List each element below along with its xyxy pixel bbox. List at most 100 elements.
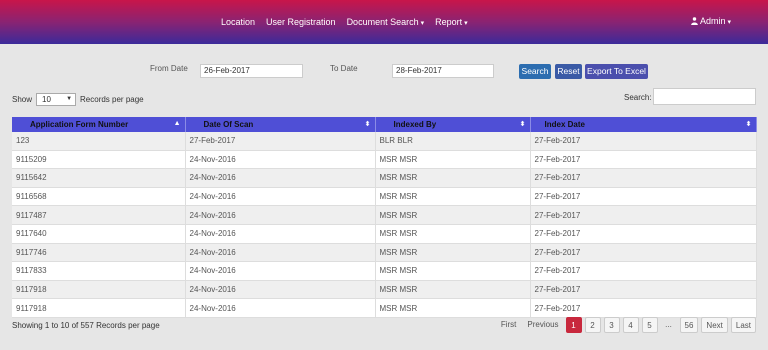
user-menu-label: Admin [699, 16, 726, 26]
cell-index-date: 27-Feb-2017 [530, 150, 757, 170]
sort-icon: ⬍ [519, 121, 526, 128]
records-info: Showing 1 to 10 of 557 Records per page [12, 321, 160, 330]
table-row: 9115209 24-Nov-2016 MSR MSR 27-Feb-2017 [12, 150, 757, 170]
table-search-input[interactable] [653, 88, 756, 105]
page-button-56[interactable]: 56 [679, 317, 699, 333]
cell-index-date: 27-Feb-2017 [530, 298, 757, 318]
cell-index-date: 27-Feb-2017 [530, 224, 757, 244]
cell-indexed-by: MSR MSR [375, 187, 531, 207]
nav-document-search-label: Document Search [346, 17, 419, 27]
table-row: 9115642 24-Nov-2016 MSR MSR 27-Feb-2017 [12, 168, 757, 188]
table-row: 9117746 24-Nov-2016 MSR MSR 27-Feb-2017 [12, 243, 757, 263]
cell-application-form-number: 9116568 [12, 187, 186, 207]
nav-user-registration[interactable]: User Registration [266, 17, 336, 27]
cell-application-form-number: 9117746 [12, 243, 186, 263]
nav-document-search[interactable]: Document Search ▾ [347, 17, 425, 27]
nav-location[interactable]: Location [221, 17, 255, 27]
cell-indexed-by: MSR MSR [375, 243, 531, 263]
table-search-label: Search: [624, 93, 652, 102]
chevron-down-icon: ▾ [464, 20, 468, 27]
cell-date-of-scan: 24-Nov-2016 [185, 298, 376, 318]
col-header-application-form-number[interactable]: Application Form Number ▲ [12, 117, 186, 132]
cell-date-of-scan: 24-Nov-2016 [185, 187, 376, 207]
pagination-ellipsis: ... [665, 320, 672, 329]
cell-indexed-by: MSR MSR [375, 298, 531, 318]
cell-index-date: 27-Feb-2017 [530, 132, 757, 151]
cell-application-form-number: 9115209 [12, 150, 186, 170]
chevron-down-icon: ▾ [727, 19, 731, 26]
cell-date-of-scan: 24-Nov-2016 [185, 261, 376, 281]
cell-indexed-by: MSR MSR [375, 168, 531, 188]
chevron-down-icon: ▾ [420, 20, 425, 27]
main-nav: Location User Registration Document Sear… [221, 17, 479, 27]
cell-date-of-scan: 24-Nov-2016 [185, 150, 376, 170]
cell-index-date: 27-Feb-2017 [530, 205, 757, 225]
user-menu[interactable]: Admin ▾ [691, 16, 731, 26]
cell-date-of-scan: 24-Nov-2016 [185, 280, 376, 300]
last-page-button[interactable]: Last [730, 317, 756, 333]
cell-indexed-by: MSR MSR [375, 280, 531, 300]
table-body: 123 27-Feb-2017 BLR BLR 27-Feb-2017 9115209 2… [12, 132, 757, 318]
page-button-5[interactable]: 5 [641, 317, 658, 333]
nav-report-label: Report [435, 17, 463, 27]
nav-report[interactable]: Report ▾ [435, 17, 468, 27]
cell-date-of-scan: 24-Nov-2016 [185, 205, 376, 225]
cell-index-date: 27-Feb-2017 [530, 243, 757, 263]
page-size-value: 10 [42, 95, 51, 104]
col-header-label: Index Date [544, 120, 585, 129]
cell-date-of-scan: 27-Feb-2017 [185, 132, 376, 151]
user-icon [691, 17, 698, 25]
table-row: 9117833 24-Nov-2016 MSR MSR 27-Feb-2017 [12, 261, 757, 281]
nav-location-label: Location [221, 17, 256, 27]
page-size-control: Show 10 ▼ Records per page [12, 93, 144, 106]
pagination: First Previous 1 2 3 4 5 ... 56 Next Las… [497, 317, 756, 333]
cell-date-of-scan: 24-Nov-2016 [185, 243, 376, 263]
col-header-label: Application Form Number [30, 120, 129, 129]
page-button-1[interactable]: 1 [565, 317, 582, 333]
cell-date-of-scan: 24-Nov-2016 [185, 224, 376, 244]
table-row: 9117918 24-Nov-2016 MSR MSR 27-Feb-2017 [12, 280, 757, 300]
col-header-index-date[interactable]: Index Date ⬍ [530, 117, 757, 132]
cell-index-date: 27-Feb-2017 [530, 187, 757, 207]
col-header-label: Indexed By [393, 120, 437, 129]
to-date-label: To Date [330, 64, 358, 73]
table-header-row: Application Form Number ▲ Date Of Scan ⬍ I… [12, 117, 757, 132]
export-excel-button[interactable]: Export To Excel [585, 64, 648, 79]
table-row: 9117640 24-Nov-2016 MSR MSR 27-Feb-2017 [12, 224, 757, 244]
cell-application-form-number: 9115642 [12, 168, 186, 188]
reset-button[interactable]: Reset [555, 64, 582, 79]
cell-index-date: 27-Feb-2017 [530, 168, 757, 188]
cell-date-of-scan: 24-Nov-2016 [185, 168, 376, 188]
cell-application-form-number: 9117487 [12, 205, 186, 225]
dropdown-arrow-icon: ▼ [66, 96, 73, 102]
cell-index-date: 27-Feb-2017 [530, 280, 757, 300]
records-per-page-label: Records per page [80, 95, 144, 104]
page-button-3[interactable]: 3 [603, 317, 620, 333]
cell-application-form-number: 9117918 [12, 298, 186, 318]
table-row: 9116568 24-Nov-2016 MSR MSR 27-Feb-2017 [12, 187, 757, 207]
first-page-button[interactable]: First [497, 317, 521, 333]
col-header-indexed-by[interactable]: Indexed By ⬍ [375, 117, 531, 132]
page-button-2[interactable]: 2 [584, 317, 601, 333]
sort-icon: ⬍ [745, 121, 752, 128]
col-header-label: Date Of Scan [203, 120, 254, 129]
from-date-input[interactable]: 26-Feb-2017 [200, 64, 303, 78]
cell-indexed-by: BLR BLR [375, 132, 531, 151]
next-page-button[interactable]: Next [701, 317, 728, 333]
show-label: Show [12, 95, 33, 104]
cell-indexed-by: MSR MSR [375, 261, 531, 281]
page-button-4[interactable]: 4 [622, 317, 639, 333]
cell-indexed-by: MSR MSR [375, 150, 531, 170]
previous-page-button[interactable]: Previous [523, 317, 562, 333]
cell-application-form-number: 9117833 [12, 261, 186, 281]
cell-indexed-by: MSR MSR [375, 205, 531, 225]
cell-application-form-number: 9117640 [12, 224, 186, 244]
nav-user-registration-label: User Registration [266, 17, 336, 27]
sort-asc-icon: ▲ [173, 120, 181, 127]
cell-indexed-by: MSR MSR [375, 224, 531, 244]
search-button[interactable]: Search [519, 64, 551, 79]
page-size-select[interactable]: 10 ▼ [36, 93, 77, 106]
col-header-date-of-scan[interactable]: Date Of Scan ⬍ [185, 117, 376, 132]
to-date-input[interactable]: 28-Feb-2017 [392, 64, 494, 78]
top-navbar: Location User Registration Document Sear… [0, 0, 768, 44]
